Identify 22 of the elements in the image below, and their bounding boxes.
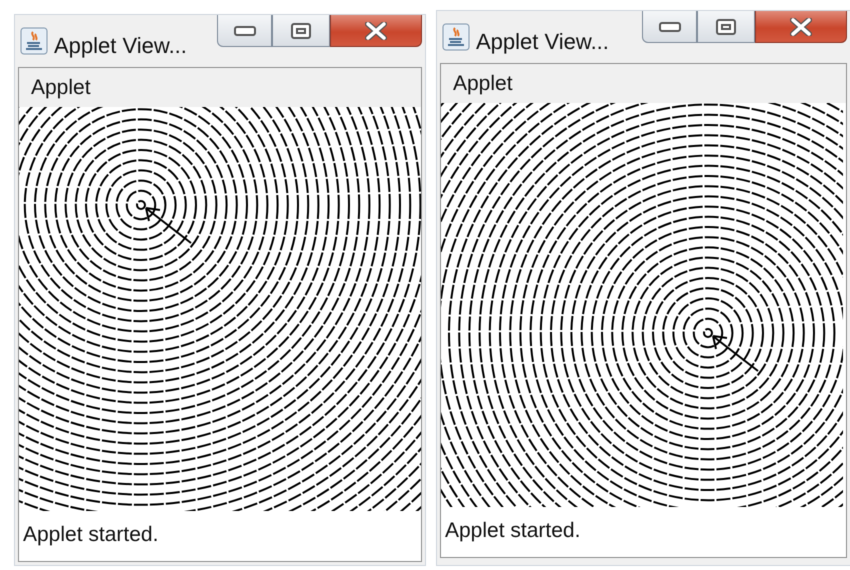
java-cup-icon: [442, 23, 470, 51]
minimize-button[interactable]: [217, 15, 272, 47]
arrow-icon: [145, 207, 192, 244]
close-icon: [790, 18, 812, 36]
window-title: Applet View...: [476, 28, 609, 56]
close-button[interactable]: [755, 11, 847, 43]
arrow-icon: [712, 335, 759, 372]
maximize-button[interactable]: [697, 11, 755, 43]
maximize-button[interactable]: [272, 15, 330, 47]
maximize-icon: [716, 18, 736, 34]
maximize-icon: [291, 22, 311, 38]
minimize-button[interactable]: [642, 11, 697, 43]
menu-item[interactable]: Applet: [453, 68, 513, 100]
menu-item[interactable]: Applet: [31, 72, 91, 104]
window-title: Applet View...: [54, 32, 187, 60]
java-cup-icon: [20, 27, 48, 55]
close-button[interactable]: [330, 15, 422, 47]
minimize-icon: [234, 26, 256, 36]
close-icon: [365, 22, 387, 40]
status-text: Applet started.: [444, 518, 582, 544]
minimize-icon: [658, 22, 680, 32]
status-text: Applet started.: [22, 522, 160, 548]
